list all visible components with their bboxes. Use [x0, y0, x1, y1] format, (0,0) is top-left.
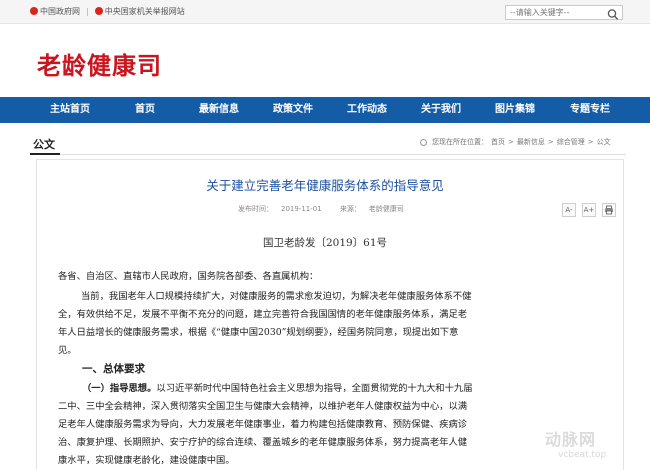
breadcrumb-label: 您现在所在位置：	[432, 138, 488, 146]
font-decrease-button[interactable]: A-	[562, 203, 576, 217]
national-emblem-icon	[30, 7, 38, 15]
publish-time: 发布时间： 2019-11-01	[238, 205, 330, 213]
guiding-text: 以习近平新时代中国特色社会主义思想为指导，全面贯彻党的十九大和十九届	[156, 383, 473, 394]
nav-item-policy[interactable]: 政策文件	[273, 97, 313, 123]
publish-date: 2019-11-01	[281, 205, 322, 213]
search-icon	[607, 9, 619, 20]
breadcrumb-item-latest[interactable]: 最新信息	[517, 137, 545, 147]
nav-item-home[interactable]: 首页	[135, 97, 155, 123]
article-meta: 发布时间： 2019-11-01 来源： 老龄健康司	[238, 204, 420, 214]
guiding-label: （一）指导思想。	[82, 383, 157, 394]
guiding-line-3: 足老年人健康服务需求为导向，大力发展老年健康事业，着力构建包括健康教育、预防保健…	[58, 419, 468, 430]
guiding-line-5: 康水平，实现健康老龄化，建设健康中国。	[58, 455, 235, 466]
guiding-line-4: 治、康复护理、长期照护、安宁疗护的综合连续、覆盖城乡的老年健康服务体系，努力提高…	[58, 437, 468, 448]
document-number: 国卫老龄发〔2019〕61号	[262, 237, 388, 249]
watermark-url: vcbeat.top	[558, 450, 607, 460]
nav-item-about[interactable]: 关于我们	[421, 97, 461, 123]
report-link[interactable]: 中央国家机关举报网站	[94, 6, 185, 17]
gov-link[interactable]: 中国政府网	[30, 6, 80, 17]
intro-line-1: 当前，我国老年人口规模持续扩大，对健康服务的需求愈发迫切，为解决老年健康服务体系…	[81, 291, 472, 302]
article-title: 关于建立完善老年健康服务体系的指导意见	[206, 178, 444, 193]
publish-label: 发布时间：	[238, 205, 273, 213]
intro-line-2: 全，有效供给不足，发展不平衡不充分的问题，建立完善符合我国国情的老年健康服务体系…	[58, 309, 468, 320]
breadcrumb-item-current: 公文	[596, 138, 611, 146]
nav-item-special[interactable]: 专题专栏	[570, 97, 610, 123]
guiding-line-2: 二中、三中全会精神，深入贯彻落实全国卫生与健康大会精神，以维护老年人健康权益为中…	[58, 401, 468, 412]
nav-item-main-home[interactable]: 主站首页	[50, 97, 90, 123]
report-link-label: 中央国家机关举报网站	[104, 7, 185, 16]
gov-link-label: 中国政府网	[40, 7, 80, 16]
breadcrumb: 您现在所在位置： 首页 > 最新信息 > 综合管理 > 公文	[420, 137, 611, 147]
breadcrumb-sep: >	[508, 138, 514, 146]
top-links: 中国政府网 | 中央国家机关举报网站	[30, 6, 185, 17]
section-heading: 一、总体要求	[82, 363, 145, 375]
article-tools: A- A+	[562, 203, 616, 217]
article-source: 来源： 老龄健康司	[340, 205, 412, 213]
nav-item-gallery[interactable]: 图片集锦	[495, 97, 535, 123]
section-title: 公文	[33, 138, 55, 151]
print-button[interactable]	[602, 203, 616, 217]
addressee: 各省、自治区、直辖市人民政府，国务院各部委、各直属机构：	[58, 271, 319, 282]
source-label: 来源：	[339, 205, 361, 213]
search-button[interactable]	[606, 6, 620, 20]
breadcrumb-sep: >	[547, 138, 554, 146]
intro-line-3: 年人日益增长的健康服务需求，根据《“健康中国2030”规划纲要》，经国务院同意，…	[58, 327, 459, 338]
source-value: 老龄健康司	[368, 205, 404, 213]
nav-item-work[interactable]: 工作动态	[347, 97, 387, 123]
search-input[interactable]	[510, 7, 602, 18]
breadcrumb-item-admin[interactable]: 综合管理	[557, 137, 585, 147]
top-utility-bar: 中国政府网 | 中央国家机关举报网站	[0, 0, 650, 24]
printer-icon	[605, 205, 613, 215]
watermark-brand: 动脉网	[545, 430, 597, 449]
nav-item-latest[interactable]: 最新信息	[199, 97, 239, 123]
link-separator: |	[86, 7, 89, 16]
section-divider	[30, 154, 626, 155]
breadcrumb-item-home[interactable]: 首页	[491, 137, 505, 147]
intro-line-4: 见。	[58, 345, 77, 356]
breadcrumb-sep: >	[587, 138, 594, 146]
location-icon	[420, 138, 427, 146]
site-logo[interactable]: 老龄健康司	[37, 46, 162, 81]
search-box	[505, 5, 623, 20]
national-emblem-icon	[94, 7, 103, 15]
font-increase-button[interactable]: A+	[582, 203, 596, 217]
section-divider-accent	[30, 153, 60, 155]
guiding-line-1: （一）指导思想。以习近平新时代中国特色社会主义思想为指导，全面贯彻党的十九大和十…	[82, 380, 473, 394]
main-nav: 主站首页 首页 最新信息 政策文件 工作动态 关于我们 图片集锦 专题专栏	[0, 97, 650, 123]
